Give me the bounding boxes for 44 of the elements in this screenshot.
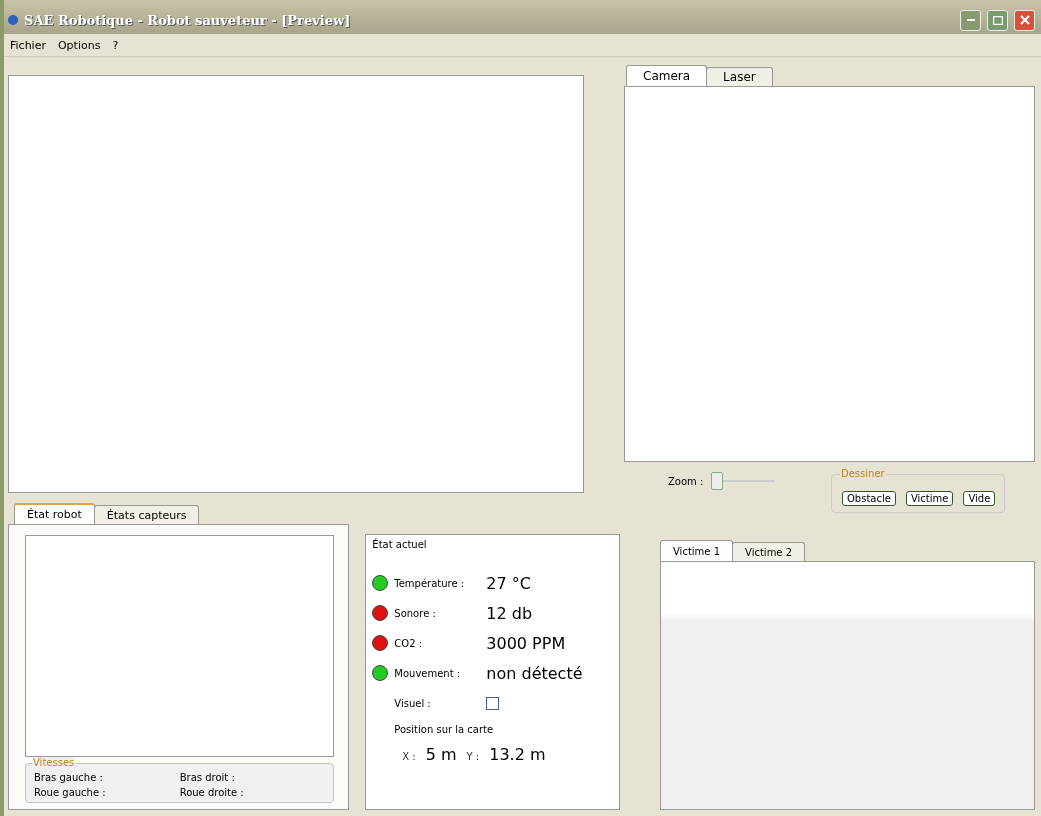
group-title: Vitesses bbox=[32, 757, 76, 768]
sensor-value: 12 db bbox=[486, 603, 534, 623]
tab[interactable]: Victime 1 bbox=[660, 540, 734, 561]
speed-label: Roue droite : bbox=[179, 787, 245, 798]
checkbox[interactable] bbox=[486, 696, 500, 710]
menu-item[interactable]: ? bbox=[112, 38, 119, 52]
minimize-icon bbox=[966, 18, 975, 22]
tab[interactable]: État robot bbox=[14, 503, 95, 524]
minimize-button[interactable] bbox=[960, 9, 981, 31]
section-title: Position sur la carte bbox=[394, 724, 495, 735]
speed-label: Bras gauche : bbox=[34, 772, 104, 783]
axis-label: Y : bbox=[466, 751, 480, 762]
app-icon bbox=[8, 15, 18, 25]
axis-label: X : bbox=[402, 751, 416, 762]
sensor-value: 27 °C bbox=[486, 573, 532, 593]
draw-button[interactable]: Obstacle bbox=[842, 491, 896, 506]
position-value: 13.2 m bbox=[489, 745, 546, 764]
panel-title: État actuel bbox=[372, 539, 428, 550]
sensor-value: non détecté bbox=[486, 663, 584, 683]
slider-thumb[interactable] bbox=[711, 472, 724, 490]
maximize-button[interactable] bbox=[987, 9, 1008, 31]
menu-item[interactable]: Fichier bbox=[10, 38, 46, 52]
position-value: 5 m bbox=[425, 745, 457, 764]
sensor-label: Température : bbox=[394, 577, 466, 589]
sensor-label: Mouvement : bbox=[394, 667, 462, 679]
draw-button[interactable]: Victime bbox=[905, 491, 954, 506]
sensor-label: Visuel : bbox=[394, 697, 432, 709]
menu-item[interactable]: Options bbox=[57, 38, 101, 52]
close-button[interactable] bbox=[1014, 9, 1035, 31]
sensor-value: 3000 PPM bbox=[486, 633, 567, 653]
maximize-icon bbox=[992, 15, 1003, 25]
speed-label: Roue gauche : bbox=[34, 787, 107, 798]
tab[interactable]: Victime 2 bbox=[732, 542, 806, 561]
close-icon bbox=[1019, 15, 1030, 25]
tab[interactable]: Camera bbox=[626, 65, 708, 86]
speed-label: Bras droit : bbox=[179, 772, 236, 783]
tab[interactable]: États capteurs bbox=[93, 505, 200, 524]
window-title: SAE Robotique - Robot sauveteur - [Preview] bbox=[24, 12, 352, 28]
zoom-label: Zoom : bbox=[668, 475, 704, 487]
draw-button[interactable]: Vide bbox=[963, 491, 996, 506]
group-title: Dessiner bbox=[840, 468, 886, 479]
sensor-label: CO2 : bbox=[394, 637, 424, 649]
sensor-label: Sonore : bbox=[394, 607, 437, 619]
tab[interactable]: Laser bbox=[706, 67, 773, 86]
